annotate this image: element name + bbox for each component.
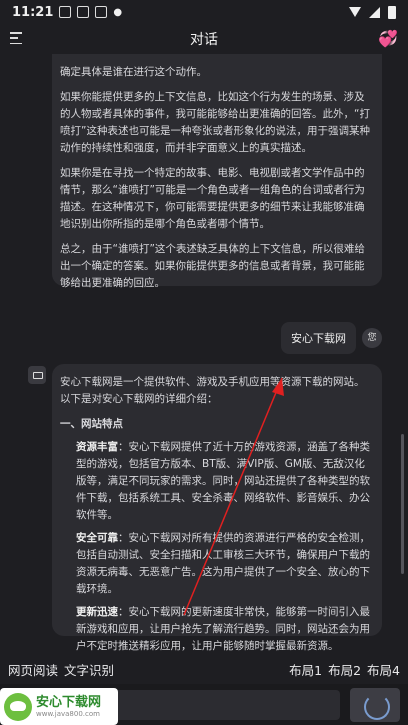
watermark-logo: 安心下载网 www.java800.com [0,688,118,725]
signal-icon [369,6,380,18]
status-time: 11:21 [12,4,54,20]
watermark-name: 安心下载网 [36,694,102,710]
bottom-toolbar: 网页阅读 文字识别 布局1 布局2 布局4 [0,656,408,682]
bot-answer-bubble: 安心下载网是一个提供软件、游戏及手机应用等资源下载的网站。以下是对安心下载网的详… [52,364,382,652]
feature-text: ：安心下载网对所有提供的资源进行严格的安全检测，包括自动测试、安全扫描和人工审核… [76,532,370,595]
bot-avatar-icon [28,366,46,384]
hearts-icon[interactable]: 💞 [378,29,398,48]
layout2-button[interactable]: 布局2 [328,660,361,679]
feature-label: 安全可靠 [76,532,118,544]
menu-icon[interactable] [10,32,22,44]
layout1-button[interactable]: 布局1 [289,660,322,679]
user-message-bubble: 安心下载网 [281,322,356,354]
dot-icon: ● [113,6,123,18]
feature-label: 更新迅速 [76,606,118,618]
sd-icon [95,6,108,18]
a-icon [77,6,90,18]
answer-paragraph: 如果你是在寻找一个特定的故事、电影、电视剧或者文学作品中的情节，那么“谁喷打”可… [60,167,365,230]
wifi-icon [349,7,361,17]
watermark-url: www.java800.com [36,709,100,718]
feature-text: ：安心下载网提供了近十万的游戏资源，涵盖了各种类型的游戏，包括官方版本、BT版、… [76,441,370,521]
answer-paragraph: 如果你能提供更多的上下文信息，比如这个行为发生的场景、涉及的人物或者具体的事件，… [60,91,370,154]
watermark-icon [4,692,32,721]
message-input[interactable] [112,690,340,720]
app-header: 对话 💞 [0,24,408,54]
bot-answer-intro: 安心下载网是一个提供软件、游戏及手机应用等资源下载的网站。以下是对安心下载网的详… [60,376,365,405]
send-button[interactable] [350,688,400,722]
answer-paragraph: 总之，由于“谁喷打”这个表述缺乏具体的上下文信息，所以很难给出一个确定的答案。如… [60,243,365,289]
status-bar: 11:21 ● [0,0,408,24]
section-title: 一、网站特点 [60,418,123,430]
web-read-button[interactable]: 网页阅读 [8,660,58,679]
feature-text: ：安心下载网的更新速度非常快，能够第一时间引入最新游戏和应用，让用户抢先了解流行… [76,606,370,652]
chat-area[interactable]: 确定具体是谁在进行这个动作。 如果你能提供更多的上下文信息，比如这个行为发生的场… [0,54,408,654]
page-title: 对话 [190,32,218,48]
answer-paragraph: 确定具体是谁在进行这个动作。 [60,66,207,78]
scrollbar[interactable] [401,434,404,574]
layout4-button[interactable]: 布局4 [367,660,400,679]
text-recognition-button[interactable]: 文字识别 [64,660,114,679]
feature-item: 资源丰富：安心下载网提供了近十万的游戏资源，涵盖了各种类型的游戏，包括官方版本、… [76,439,374,524]
battery-icon [388,5,396,19]
feature-item: 更新迅速：安心下载网的更新速度非常快，能够第一时间引入最新游戏和应用，让用户抢先… [76,604,374,654]
feature-item: 安全可靠：安心下载网对所有提供的资源进行严格的安全检测，包括自动测试、安全扫描和… [76,530,374,598]
message-icon [59,6,72,18]
feature-label: 资源丰富 [76,441,118,453]
previous-answer-bubble: 确定具体是谁在进行这个动作。 如果你能提供更多的上下文信息，比如这个行为发生的场… [52,54,382,289]
user-avatar: 您 [362,328,382,348]
